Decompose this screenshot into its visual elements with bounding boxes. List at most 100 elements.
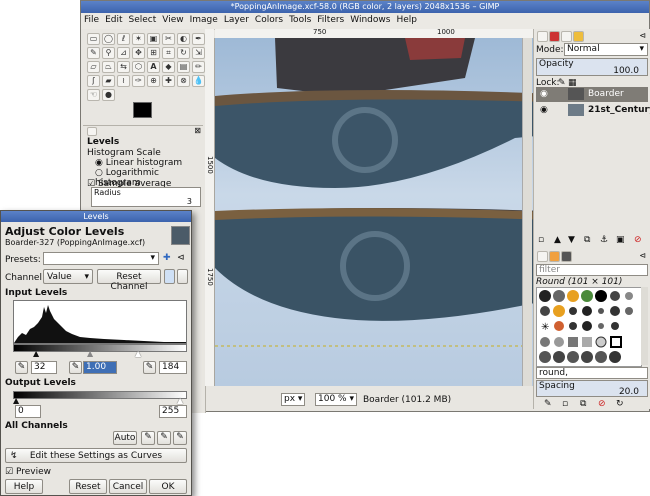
menu-edit[interactable]: Edit xyxy=(102,13,125,28)
paths-icon[interactable]: ✒ xyxy=(192,33,205,45)
layer-row[interactable]: ◉ 21st_Century_A xyxy=(536,103,650,118)
add-preset-icon[interactable]: ✚ xyxy=(163,253,171,263)
brush-filter-input[interactable]: filter xyxy=(536,264,648,276)
scissors-icon[interactable]: ✂ xyxy=(162,33,175,45)
pick-black-icon[interactable]: ✎ xyxy=(141,431,155,445)
linear-scale-icon[interactable] xyxy=(164,269,175,284)
fuzzy-select-icon[interactable]: ✶ xyxy=(132,33,145,45)
menu-filters[interactable]: Filters xyxy=(314,13,347,28)
menu-image[interactable]: Image xyxy=(187,13,221,28)
radius-slider[interactable]: Radius 3 xyxy=(91,187,201,207)
mode-select[interactable]: Normal ▾ xyxy=(564,43,648,56)
preset-menu-icon[interactable]: ⊲ xyxy=(177,253,185,263)
foreground-color-swatch[interactable] xyxy=(133,102,152,118)
menu-help[interactable]: Help xyxy=(393,13,420,28)
black-point-handle[interactable]: ▲ xyxy=(33,349,39,358)
log-scale-icon[interactable] xyxy=(177,269,188,284)
pencil-icon[interactable]: ✏ xyxy=(192,61,205,73)
cage-icon[interactable]: ⬡ xyxy=(132,61,145,73)
vertical-scrollbar[interactable] xyxy=(522,38,532,386)
perspective-clone-icon[interactable]: ⊗ xyxy=(177,75,190,87)
crop-icon[interactable]: ⌗ xyxy=(162,47,175,59)
ok-button[interactable]: OK xyxy=(149,479,187,494)
gray-eyedropper-icon[interactable]: ✎ xyxy=(69,361,82,374)
menu-layer[interactable]: Layer xyxy=(221,13,252,28)
help-button[interactable]: Help xyxy=(5,479,43,494)
close-tab-icon[interactable]: ⊠ xyxy=(194,126,201,135)
brush-scrollbar[interactable] xyxy=(641,287,648,365)
blend-icon[interactable]: ▤ xyxy=(177,61,190,73)
cancel-button[interactable]: Cancel xyxy=(109,479,147,494)
tool-options-tab-icon[interactable] xyxy=(87,127,97,136)
align-icon[interactable]: ⊞ xyxy=(147,47,160,59)
layer-row[interactable]: ◉ Boarder xyxy=(536,87,648,102)
patterns-tab-icon[interactable] xyxy=(549,251,560,262)
undo-tab-icon[interactable] xyxy=(573,31,584,42)
clone-icon[interactable]: ⊕ xyxy=(147,75,160,87)
paths-tab-icon[interactable] xyxy=(561,31,572,42)
output-low-spin[interactable]: 0 xyxy=(15,405,41,418)
zoom-select[interactable]: 100 % ▾ xyxy=(315,393,357,406)
auto-button[interactable]: Auto xyxy=(113,431,137,445)
pick-gray-icon[interactable]: ✎ xyxy=(157,431,171,445)
output-black-handle[interactable]: ▲ xyxy=(13,396,19,405)
gamma-handle[interactable]: ▲ xyxy=(87,349,93,358)
text-icon[interactable]: A xyxy=(147,61,160,73)
airbrush-icon[interactable]: ≀ xyxy=(117,75,130,87)
channels-tab-icon[interactable] xyxy=(549,31,560,42)
dodge-icon[interactable]: ● xyxy=(102,89,115,101)
foreground-select-icon[interactable]: ◐ xyxy=(177,33,190,45)
brush-name-field[interactable]: round, xyxy=(536,367,648,379)
linear-histogram-radio[interactable]: ◉ Linear histogram xyxy=(95,158,182,168)
menu-colors[interactable]: Colors xyxy=(252,13,286,28)
lower-layer-icon[interactable]: ▼ xyxy=(568,235,575,245)
refresh-brushes-icon[interactable]: ↻ xyxy=(616,399,624,409)
move-icon[interactable]: ✥ xyxy=(132,47,145,59)
ruler-corner[interactable] xyxy=(205,29,214,38)
black-eyedropper-icon[interactable]: ✎ xyxy=(15,361,28,374)
edit-as-curves-button[interactable]: ↯ Edit these Settings as Curves xyxy=(5,448,187,463)
reset-button[interactable]: Reset xyxy=(69,479,107,494)
color-select-icon[interactable]: ▣ xyxy=(147,33,160,45)
menu-tools[interactable]: Tools xyxy=(286,13,314,28)
delete-brush-icon[interactable]: ⊘ xyxy=(598,399,606,409)
opacity-slider[interactable]: Opacity 100.0 xyxy=(536,58,648,76)
blur-icon[interactable]: 💧 xyxy=(192,75,205,87)
input-low-spin[interactable]: 32 xyxy=(31,361,57,374)
eye-icon[interactable]: ◉ xyxy=(540,89,548,99)
menu-windows[interactable]: Windows xyxy=(347,13,393,28)
flip-icon[interactable]: ⇆ xyxy=(117,61,130,73)
white-point-handle[interactable]: ▲ xyxy=(135,349,141,358)
output-white-handle[interactable]: ▲ xyxy=(177,396,183,405)
layers-tab-icon[interactable] xyxy=(537,31,548,42)
menu-select[interactable]: Select xyxy=(126,13,160,28)
white-eyedropper-icon[interactable]: ✎ xyxy=(143,361,156,374)
vertical-ruler[interactable]: 1500 1750 xyxy=(205,38,215,386)
eye-icon[interactable]: ◉ xyxy=(540,105,548,115)
measure-icon[interactable]: ⊿ xyxy=(117,47,130,59)
delete-layer-icon[interactable]: ⊘ xyxy=(634,235,642,245)
preview-checkbox[interactable]: ☑ Preview xyxy=(5,467,51,477)
menu-view[interactable]: View xyxy=(159,13,186,28)
input-high-spin[interactable]: 184 xyxy=(159,361,187,374)
dock-menu-icon[interactable]: ⊲ xyxy=(639,31,646,40)
duplicate-brush-icon[interactable]: ⧉ xyxy=(580,399,586,409)
color-picker-icon[interactable]: ✎ xyxy=(87,47,100,59)
ellipse-select-icon[interactable]: ◯ xyxy=(102,33,115,45)
presets-combo[interactable]: ▾ xyxy=(43,252,159,265)
dock-menu-icon[interactable]: ⊲ xyxy=(639,251,646,260)
new-brush-icon[interactable]: ▫ xyxy=(562,399,568,409)
bucket-fill-icon[interactable]: ◆ xyxy=(162,61,175,73)
ink-icon[interactable]: ✑ xyxy=(132,75,145,87)
eraser-icon[interactable]: ▰ xyxy=(102,75,115,87)
raise-layer-icon[interactable]: ▲ xyxy=(554,235,561,245)
pick-white-icon[interactable]: ✎ xyxy=(173,431,187,445)
menu-file[interactable]: File xyxy=(81,13,102,28)
rect-select-icon[interactable]: ▭ xyxy=(87,33,100,45)
output-high-spin[interactable]: 255 xyxy=(159,405,187,418)
duplicate-layer-icon[interactable]: ⧉ xyxy=(584,235,590,245)
brush-grid[interactable]: ✳ xyxy=(536,287,642,367)
spacing-slider[interactable]: Spacing 20.0 xyxy=(536,380,648,397)
edit-brush-icon[interactable]: ✎ xyxy=(544,399,552,409)
heal-icon[interactable]: ✚ xyxy=(162,75,175,87)
